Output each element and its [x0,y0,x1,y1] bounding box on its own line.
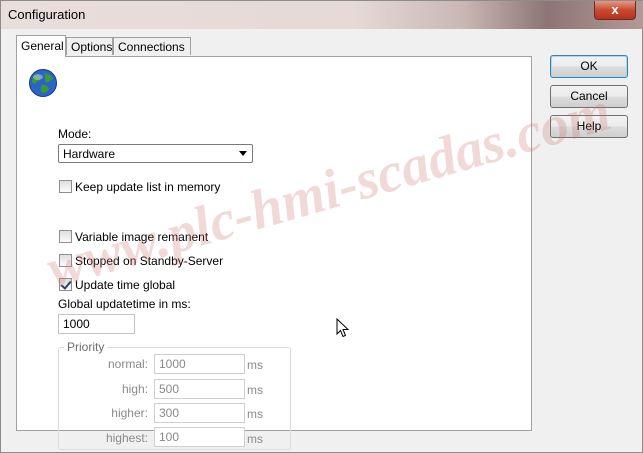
priority-highest-unit: ms [247,432,263,446]
update-time-global-checkbox[interactable] [59,278,72,291]
keep-update-label: Keep update list in memory [75,180,221,194]
priority-higher-label: higher: [111,406,148,420]
help-button[interactable]: Help [550,115,628,138]
update-time-global-label: Update time global [75,278,176,292]
priority-normal-label: normal: [107,357,148,371]
priority-group: Priority normal: 1000 ms high: 500 ms hi… [58,340,291,450]
mode-dropdown[interactable]: Hardware [58,144,253,163]
mode-label: Mode: [58,127,92,141]
keep-update-checkbox[interactable] [59,180,72,193]
window-title: Configuration [8,7,86,22]
priority-normal-input[interactable]: 1000 [154,354,245,374]
close-button[interactable]: x [594,1,636,20]
variable-image-checkbox[interactable] [59,230,72,243]
configuration-dialog: Configuration x General Options Connecti… [0,0,643,453]
ok-button[interactable]: OK [550,55,628,78]
tab-options[interactable]: Options [66,37,113,55]
tab-connections[interactable]: Connections [113,37,191,55]
tab-general[interactable]: General [16,35,66,57]
priority-highest-label: highest: [105,431,148,445]
global-updatetime-label: Global updatetime in ms: [58,297,191,311]
cancel-button[interactable]: Cancel [550,85,628,108]
priority-highest-input[interactable]: 100 [154,427,245,447]
dialog-client-area: General Options Connections Mode: Hardwa… [7,29,638,450]
general-tab-panel: Mode: Hardware Keep update list in memor… [16,56,532,450]
priority-high-unit: ms [247,383,263,397]
priority-high-input[interactable]: 500 [154,379,245,399]
title-bar[interactable]: Configuration x [1,1,643,29]
globe-icon [29,69,57,97]
stopped-standby-label: Stopped on Standby-Server [75,254,224,268]
priority-group-title: Priority [64,340,108,354]
priority-higher-unit: ms [247,407,263,421]
chevron-down-icon [239,151,247,156]
mode-value: Hardware [63,147,116,161]
priority-high-label: high: [121,382,148,396]
global-updatetime-input[interactable]: 1000 [58,314,135,334]
stopped-standby-checkbox[interactable] [59,254,72,267]
variable-image-label: Variable image remanent [75,230,209,244]
priority-higher-input[interactable]: 300 [154,403,245,423]
priority-normal-unit: ms [247,358,263,372]
mouse-pointer-icon [336,318,350,338]
